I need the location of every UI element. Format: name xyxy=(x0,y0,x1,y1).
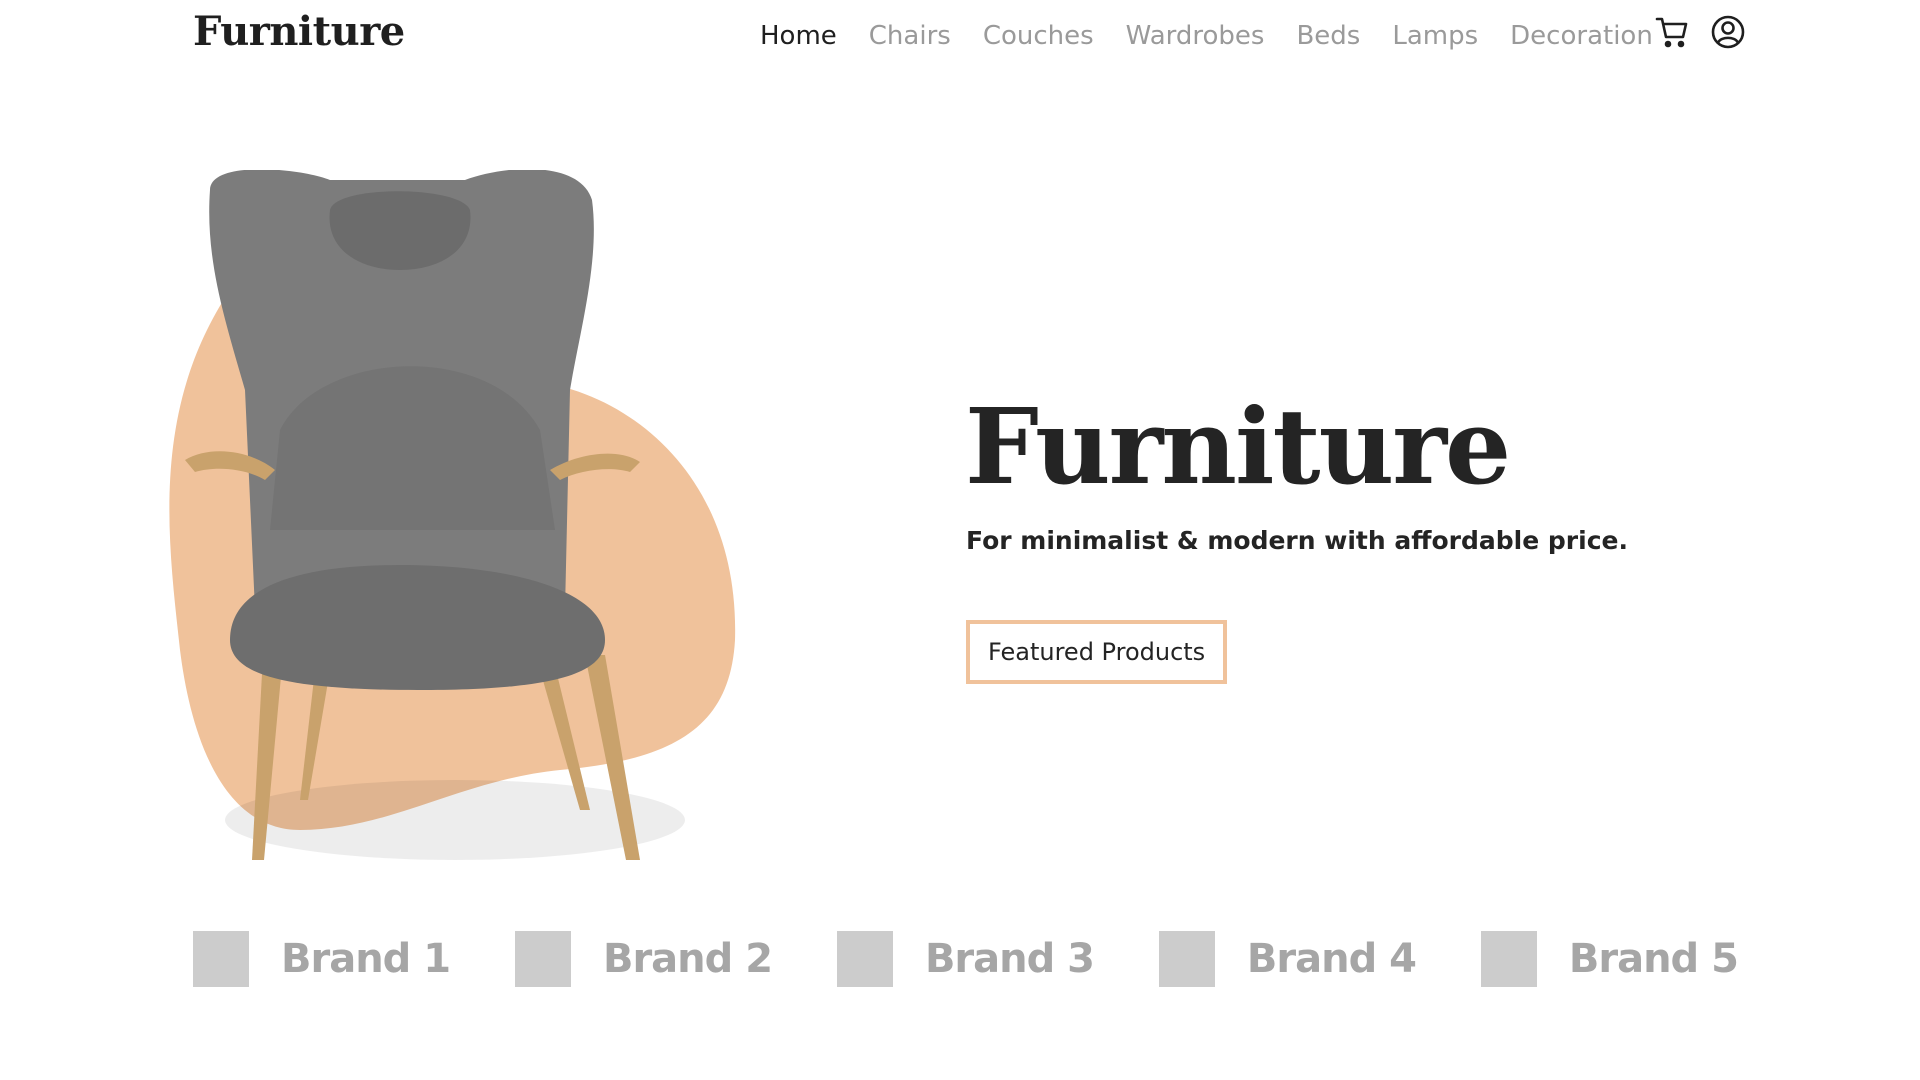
site-logo[interactable]: Furniture xyxy=(193,8,405,55)
brand-item[interactable]: Brand 5 xyxy=(1480,931,1739,987)
armchair-illustration xyxy=(169,170,736,860)
brand-strip: Brand 1 Brand 2 Brand 3 Brand 4 Brand 5 xyxy=(193,930,1739,988)
hero-image xyxy=(160,170,750,910)
brand-logo-placeholder xyxy=(193,931,249,987)
main-nav: Home Chairs Couches Wardrobes Beds Lamps… xyxy=(760,18,1685,54)
cart-icon[interactable] xyxy=(1654,14,1690,50)
nav-link-beds[interactable]: Beds xyxy=(1296,21,1360,51)
brand-logo-placeholder xyxy=(1158,931,1215,987)
user-account-icon[interactable] xyxy=(1710,14,1746,50)
nav-link-couches[interactable]: Couches xyxy=(983,21,1094,51)
brand-name: Brand 5 xyxy=(1568,936,1739,982)
top-navbar: Furniture Home Chairs Couches Wardrobes … xyxy=(0,0,1920,72)
brand-logo-placeholder xyxy=(1480,931,1537,987)
brand-item[interactable]: Brand 2 xyxy=(514,931,773,987)
brand-item[interactable]: Brand 1 xyxy=(193,931,451,987)
brand-name: Brand 3 xyxy=(924,936,1095,982)
brand-logo-placeholder xyxy=(836,931,893,987)
hero-subtitle: For minimalist & modern with affordable … xyxy=(966,526,1628,555)
featured-products-button[interactable]: Featured Products xyxy=(966,620,1228,684)
brand-name: Brand 2 xyxy=(602,936,773,982)
nav-link-decoration[interactable]: Decoration xyxy=(1510,21,1653,51)
brand-name: Brand 1 xyxy=(281,936,451,982)
brand-logo-placeholder xyxy=(514,931,571,987)
nav-link-lamps[interactable]: Lamps xyxy=(1392,21,1478,51)
nav-link-home[interactable]: Home xyxy=(760,21,837,51)
brand-name: Brand 4 xyxy=(1246,936,1417,982)
brand-item[interactable]: Brand 4 xyxy=(1158,931,1417,987)
nav-link-wardrobes[interactable]: Wardrobes xyxy=(1126,21,1265,51)
brand-item[interactable]: Brand 3 xyxy=(836,931,1095,987)
nav-link-chairs[interactable]: Chairs xyxy=(869,21,951,51)
hero-title: Furniture xyxy=(965,385,1511,508)
